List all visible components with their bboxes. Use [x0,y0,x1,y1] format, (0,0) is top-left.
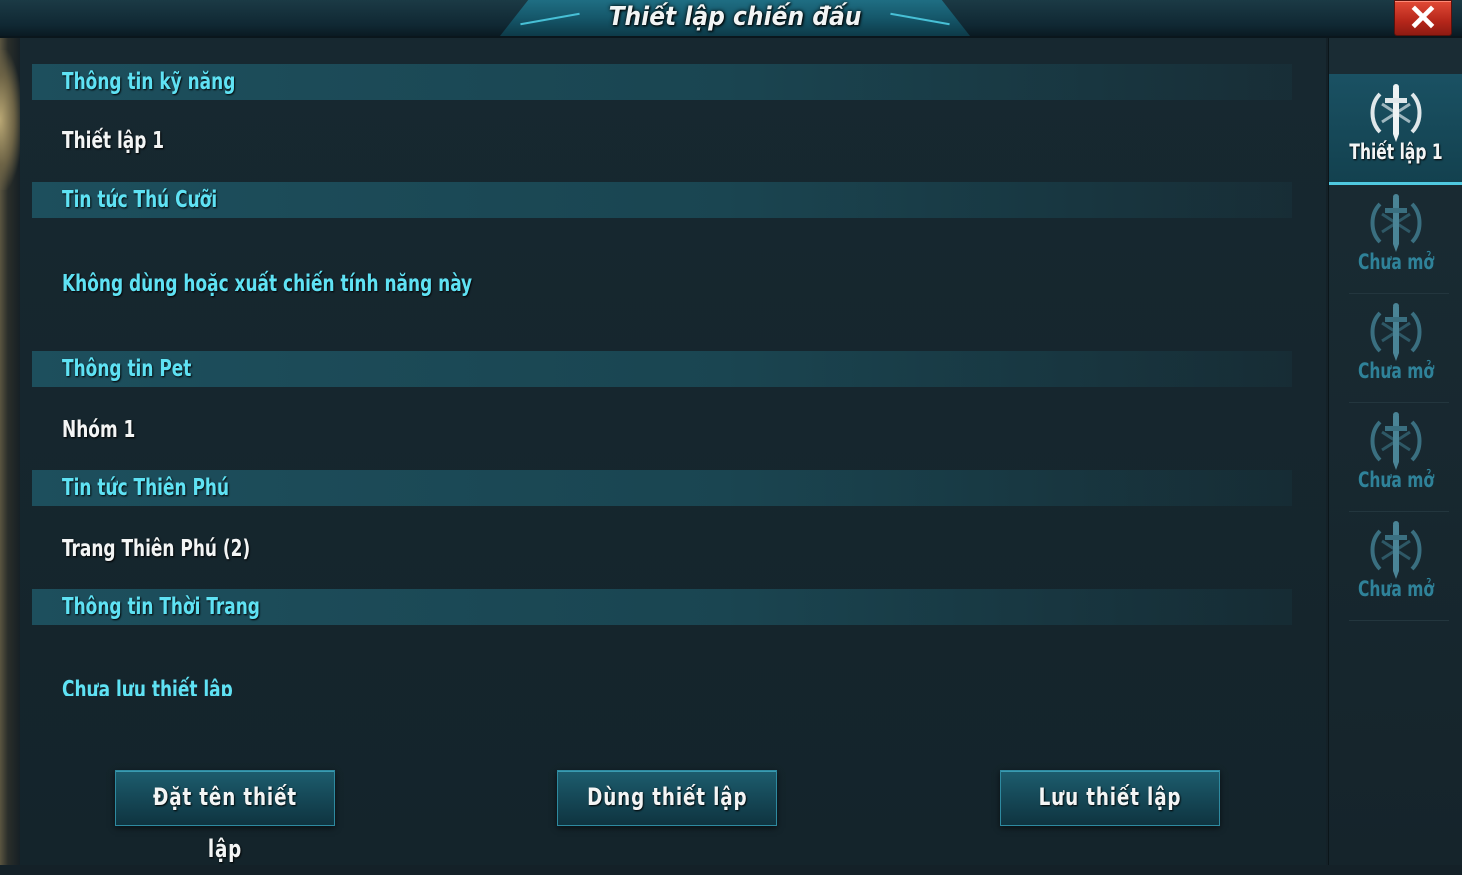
close-button[interactable]: ✕ [1394,0,1452,36]
section-header-skill: Thông tin kỹ năng [32,64,1292,100]
title-plate: Thiết lập chiến đấu [500,0,970,36]
sidebar-item-label: Chưa mở [1357,468,1435,492]
section-value-skill: Thiết lập 1 [62,128,165,154]
sidebar-item-locked-4[interactable]: Chưa mở [1329,402,1462,512]
rename-setup-label: Đặt tên thiết lập [152,783,297,863]
section-header-talent: Tin tức Thiên Phú [32,470,1292,506]
use-setup-label: Dùng thiết lập [586,783,748,811]
section-header-fashion: Thông tin Thời Trang [32,589,1292,625]
section-header-mount: Tin tức Thú Cưỡi [32,182,1292,218]
sidebar-item-label: Chưa mở [1357,250,1435,274]
section-header-label: Thông tin Pet [62,356,192,382]
sword-emblem-icon [1370,521,1422,579]
sidebar-item-locked-3[interactable]: Chưa mở [1329,293,1462,403]
content-panel: Thông tin kỹ năng Thiết lập 1 Tin tức Th… [20,38,1326,865]
section-header-label: Thông tin kỹ năng [62,69,236,95]
sword-emblem-icon [1370,84,1422,142]
section-header-label: Thông tin Thời Trang [62,594,260,620]
section-header-label: Tin tức Thiên Phú [62,475,230,501]
section-header-pet: Thông tin Pet [32,351,1292,387]
window-title: Thiết lập chiến đấu [608,2,862,32]
section-value-mount: Không dùng hoặc xuất chiến tính năng này [62,271,473,297]
section-header-label: Tin tức Thú Cưỡi [62,187,218,213]
rename-setup-button[interactable]: Đặt tên thiết lập [115,770,335,863]
close-icon: ✕ [1407,0,1439,38]
setup-sidebar: Thiết lập 1 Chưa mở Chưa mở Chưa mở Chưa… [1328,38,1462,865]
section-value-talent: Trang Thiên Phú (2) [62,536,251,562]
sidebar-item-label: Chưa mở [1357,359,1435,383]
divider [1349,620,1449,621]
title-bar: Thiết lập chiến đấu ✕ [0,0,1462,38]
sword-emblem-icon [1370,303,1422,361]
sidebar-item-locked-2[interactable]: Chưa mở [1329,184,1462,294]
sword-emblem-icon [1370,194,1422,252]
sword-emblem-icon [1370,412,1422,470]
section-value-fashion: Chưa lưu thiết lập [62,677,233,696]
use-setup-button[interactable]: Dùng thiết lập [557,770,777,826]
fashion-value-clip: Chưa lưu thiết lập [20,676,620,696]
sidebar-item-label: Chưa mở [1357,577,1435,601]
sidebar-item-locked-5[interactable]: Chưa mở [1329,511,1462,621]
left-frame-decoration [0,30,22,865]
sidebar-item-setup-1[interactable]: Thiết lập 1 [1329,74,1462,185]
save-setup-button[interactable]: Lưu thiết lập [1000,770,1220,826]
sidebar-item-label: Thiết lập 1 [1349,140,1443,164]
section-value-pet: Nhóm 1 [62,417,136,443]
save-setup-label: Lưu thiết lập [1038,783,1182,811]
